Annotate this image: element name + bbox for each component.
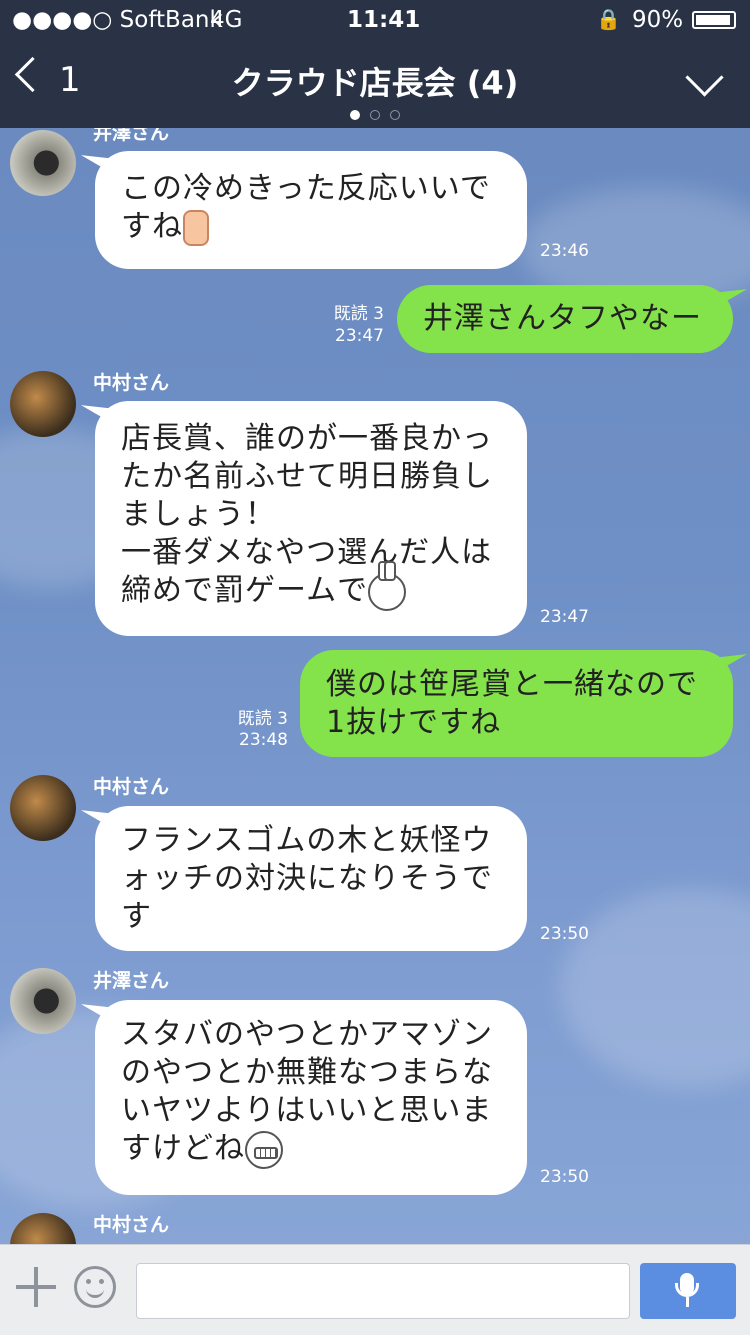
message-bubble[interactable]: フランスゴムの木と妖怪ウ ォッチの対決になりそうで す — [95, 806, 527, 951]
avatar[interactable] — [10, 968, 76, 1034]
message-time: 23:47 — [540, 607, 589, 627]
read-receipt: 既読 3 — [333, 304, 384, 324]
message-time: 23:50 — [540, 924, 589, 944]
message-bubble[interactable]: 店長賞、誰のが一番良かっ たか名前ふせて明日勝負し ましょう！ 一番ダメなやつ選… — [95, 401, 527, 636]
message-time: 23:48 — [239, 730, 288, 750]
message-bubble-own[interactable]: 僕のは笹尾賞と一緒なので 1抜けですね — [300, 650, 733, 757]
read-receipt: 既読 3 — [237, 709, 288, 729]
message-time: 23:47 — [335, 326, 384, 346]
battery-icon — [692, 11, 736, 29]
sender-name: 中村さん — [93, 776, 170, 798]
message-list[interactable]: 井澤さん この冷めきった反応いいで すね 23:46 既読 3 23:47 井澤… — [0, 128, 750, 1244]
avatar[interactable] — [10, 130, 76, 196]
bunny-sticker-icon — [368, 560, 407, 611]
emoji-icon[interactable] — [74, 1266, 116, 1308]
sender-name: 中村さん — [93, 372, 170, 394]
page-indicator — [0, 105, 750, 124]
sender-name: 井澤さん — [93, 970, 170, 992]
chat-title: クラウド店長会 (4) — [231, 64, 519, 102]
sender-name: 中村さん — [93, 1214, 170, 1236]
plus-icon[interactable] — [16, 1267, 56, 1307]
carrier-label: ●●●●○ SoftBank — [12, 7, 223, 33]
status-bar: ●●●●○ SoftBank 4G 11:41 🔒 90% — [0, 0, 750, 40]
clock: 11:41 — [347, 7, 421, 33]
input-bar — [0, 1244, 750, 1335]
network-label: 4G — [210, 7, 243, 33]
message-input[interactable] — [136, 1263, 630, 1319]
message-time: 23:46 — [540, 241, 589, 261]
avatar[interactable] — [10, 1213, 76, 1244]
message-bubble[interactable]: スタバのやつとかアマゾン のやつとか無難なつまらな いヤツよりはいいと思いま す… — [95, 1000, 527, 1195]
message-bubble-own[interactable]: 井澤さんタフやなー — [397, 285, 733, 353]
grin-sticker-icon — [245, 1130, 283, 1169]
rotation-lock-icon: 🔒 — [596, 7, 621, 31]
avatar[interactable] — [10, 371, 76, 437]
message-time: 23:50 — [540, 1167, 589, 1187]
sender-name: 井澤さん — [93, 128, 170, 144]
battery-percent: 90% — [632, 7, 684, 33]
avatar[interactable] — [10, 775, 76, 841]
thumbs-up-icon — [183, 209, 209, 246]
message-bubble[interactable]: この冷めきった反応いいで すね — [95, 151, 527, 269]
chat-header: 1 クラウド店長会 (4) — [0, 40, 750, 128]
microphone-button[interactable] — [640, 1263, 736, 1319]
